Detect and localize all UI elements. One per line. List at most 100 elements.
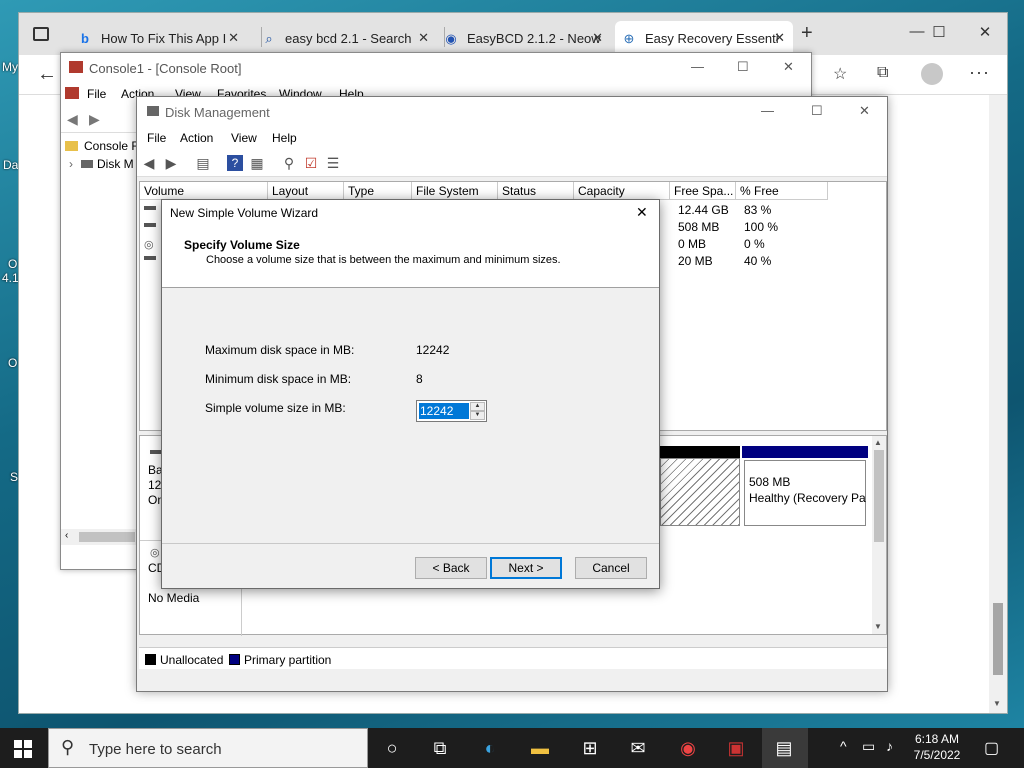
console-titlebar: Console1 - [Console Root] — ☐ ✕ bbox=[61, 53, 811, 83]
notifications-icon[interactable]: ▢ bbox=[984, 738, 999, 758]
back-arrow-icon[interactable]: ◀ bbox=[67, 111, 78, 128]
tab-easy-recovery[interactable]: ⊕ Easy Recovery Essenti ✕ bbox=[615, 21, 793, 55]
clock-date[interactable]: 7/5/2022 bbox=[908, 748, 966, 762]
close-icon[interactable]: ✕ bbox=[636, 204, 648, 221]
mail-icon[interactable]: ✉ bbox=[624, 734, 652, 762]
minimize-icon[interactable]: — bbox=[761, 103, 774, 118]
clock-time[interactable]: 6:18 AM bbox=[912, 732, 962, 746]
menu-action[interactable]: Action bbox=[180, 131, 213, 145]
browser-scrollbar[interactable]: ▼ bbox=[989, 95, 1007, 713]
close-icon[interactable]: ✕ bbox=[859, 103, 870, 119]
edge-icon[interactable]: ◐ bbox=[476, 734, 504, 762]
collections-icon[interactable]: ⧉ bbox=[877, 64, 888, 82]
task-view-icon[interactable]: ⧉ bbox=[426, 734, 454, 762]
spin-down-icon[interactable]: ▼ bbox=[470, 411, 485, 420]
check-icon[interactable]: ☑ bbox=[303, 155, 319, 171]
scroll-down-icon[interactable]: ▼ bbox=[993, 699, 1001, 708]
taskbar-search-box[interactable]: ⚲ Type here to search bbox=[48, 728, 368, 768]
network-icon[interactable]: ▭ bbox=[862, 738, 875, 755]
tree-item-console-root[interactable]: Console R bbox=[65, 139, 140, 153]
connect-icon[interactable]: ⚲ bbox=[281, 155, 297, 171]
cell-percent-free: 83 % bbox=[744, 203, 772, 217]
list-icon[interactable]: ☰ bbox=[325, 155, 341, 171]
back-arrow-icon[interactable]: ◀ bbox=[141, 155, 157, 171]
forward-arrow-icon[interactable]: ▶ bbox=[163, 155, 179, 171]
swatch bbox=[229, 654, 240, 665]
recovery-partition[interactable]: 508 MB Healthy (Recovery Pa bbox=[744, 460, 866, 526]
scrollbar-thumb[interactable] bbox=[874, 450, 884, 542]
tab-how-to-fix[interactable]: b How To Fix This App I ✕ bbox=[77, 21, 247, 55]
close-icon[interactable]: ✕ bbox=[774, 30, 785, 46]
scrollbar-thumb[interactable] bbox=[79, 532, 135, 542]
store-icon[interactable]: ⊞ bbox=[576, 734, 604, 762]
show-hide-tree-icon[interactable]: ▤ bbox=[195, 155, 211, 171]
properties-icon[interactable]: ▦ bbox=[249, 155, 265, 171]
chrome-icon[interactable]: ◉ bbox=[674, 734, 702, 762]
column-header-capacity[interactable]: Capacity bbox=[574, 182, 670, 200]
volume-icon[interactable]: ♪ bbox=[886, 738, 893, 754]
desktop-icon-label[interactable]: 4.1 bbox=[2, 271, 19, 285]
tree-scrollbar[interactable]: ‹ bbox=[61, 529, 139, 545]
desktop-icon-label[interactable]: O bbox=[8, 257, 17, 271]
menu-help[interactable]: Help bbox=[272, 131, 297, 145]
maximize-icon[interactable]: ☐ bbox=[737, 59, 749, 75]
tab-easybcd-neowin[interactable]: ◉ EasyBCD 2.1.2 - Neow ✕ bbox=[439, 21, 611, 55]
tab-actions-icon[interactable] bbox=[33, 27, 49, 41]
search-icon: ⚲ bbox=[61, 737, 75, 757]
desktop-icon-label[interactable]: Da bbox=[3, 158, 18, 172]
disk-management-titlebar: Disk Management — ☐ ✕ bbox=[137, 97, 887, 127]
close-icon[interactable]: ✕ bbox=[592, 30, 603, 46]
chevron-right-icon[interactable]: › bbox=[69, 157, 73, 171]
new-tab-button[interactable]: + bbox=[801, 22, 813, 45]
search-icon: ⌕ bbox=[265, 31, 273, 46]
help-icon[interactable]: ? bbox=[227, 155, 243, 171]
minimize-icon[interactable]: — bbox=[691, 59, 704, 74]
unallocated-partition[interactable] bbox=[660, 458, 740, 526]
back-arrow-icon[interactable]: ← bbox=[37, 63, 57, 86]
column-header-file-system[interactable]: File System bbox=[412, 182, 498, 200]
volume-size-stepper[interactable]: ▲ ▼ bbox=[416, 400, 487, 422]
tree-item-disk-management[interactable]: › Disk M bbox=[69, 157, 134, 171]
close-icon[interactable]: ✕ bbox=[418, 30, 429, 46]
desktop-icon-label[interactable]: S bbox=[10, 470, 18, 484]
column-header-free-space[interactable]: Free Spa... bbox=[670, 182, 736, 200]
column-header-type[interactable]: Type bbox=[344, 182, 412, 200]
menu-view[interactable]: View bbox=[231, 131, 257, 145]
close-icon[interactable]: ✕ bbox=[783, 59, 794, 75]
menu-file[interactable]: File bbox=[87, 87, 106, 101]
scroll-down-icon[interactable]: ▼ bbox=[874, 622, 882, 631]
next-button[interactable]: Next > bbox=[490, 557, 562, 579]
scrollbar-thumb[interactable] bbox=[993, 603, 1003, 675]
disk-icon bbox=[81, 160, 93, 168]
windows-start-icon[interactable] bbox=[14, 740, 32, 758]
maximize-icon[interactable]: ☐ bbox=[811, 103, 823, 119]
tab-easy-bcd-search[interactable]: ⌕ easy bcd 2.1 - Search ✕ bbox=[257, 21, 437, 55]
desktop-icon-label[interactable]: O bbox=[8, 356, 17, 370]
avatar[interactable] bbox=[921, 63, 943, 85]
scroll-left-icon[interactable]: ‹ bbox=[65, 530, 68, 541]
volume-size-input[interactable] bbox=[419, 403, 469, 419]
spin-up-icon[interactable]: ▲ bbox=[470, 402, 485, 411]
disk-management-app-icon[interactable]: ▤ bbox=[770, 734, 798, 762]
menu-file[interactable]: File bbox=[147, 131, 166, 145]
back-button[interactable]: < Back bbox=[415, 557, 487, 579]
column-header-status[interactable]: Status bbox=[498, 182, 574, 200]
toolbox-icon[interactable]: ▣ bbox=[722, 734, 750, 762]
maximize-icon[interactable]: ☐ bbox=[919, 23, 959, 41]
favorites-icon[interactable]: ☆ bbox=[833, 64, 847, 84]
more-options-icon[interactable]: ··· bbox=[969, 62, 990, 83]
column-header-layout[interactable]: Layout bbox=[268, 182, 344, 200]
console-title: Console1 - [Console Root] bbox=[89, 61, 242, 76]
file-explorer-icon[interactable]: ▬ bbox=[526, 734, 554, 762]
cortana-icon[interactable]: ○ bbox=[378, 734, 406, 762]
close-icon[interactable]: ✕ bbox=[965, 23, 1005, 41]
desktop-icon-label[interactable]: My bbox=[2, 60, 18, 74]
forward-arrow-icon[interactable]: ▶ bbox=[89, 111, 100, 128]
close-icon[interactable]: ✕ bbox=[228, 30, 239, 46]
disk-scrollbar[interactable]: ▲ ▼ bbox=[872, 436, 886, 634]
column-header-percent-free[interactable]: % Free bbox=[736, 182, 828, 200]
column-header-volume[interactable]: Volume bbox=[140, 182, 268, 200]
chevron-up-icon[interactable]: ^ bbox=[840, 738, 847, 754]
scroll-up-icon[interactable]: ▲ bbox=[874, 438, 882, 447]
cancel-button[interactable]: Cancel bbox=[575, 557, 647, 579]
